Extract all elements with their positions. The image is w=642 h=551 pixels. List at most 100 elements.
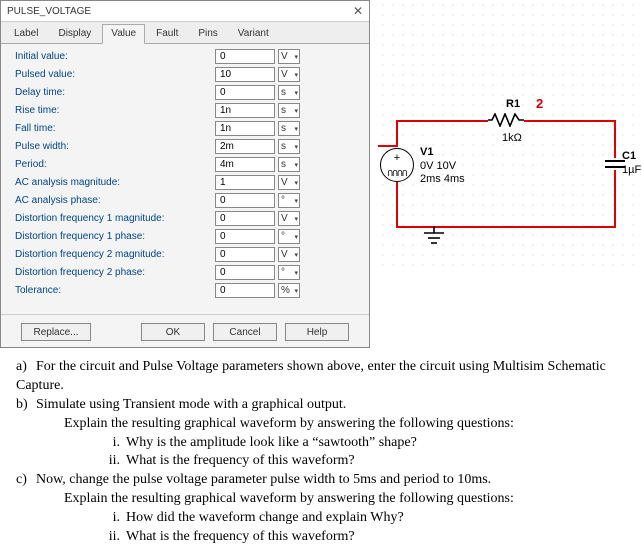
node-2: 2 <box>536 96 543 111</box>
field-input[interactable] <box>215 85 275 100</box>
chevron-down-icon: ▾ <box>294 143 298 151</box>
close-icon[interactable]: ✕ <box>353 4 363 18</box>
chevron-down-icon: ▾ <box>294 233 298 241</box>
field-row: Tolerance: %▾ <box>15 282 359 299</box>
field-input[interactable] <box>215 265 275 280</box>
unit-dropdown[interactable]: s▾ <box>278 121 300 136</box>
v1-label: V1 <box>420 146 433 158</box>
item-bii-num: ii. <box>102 452 126 471</box>
unit-dropdown[interactable]: V▾ <box>278 67 300 82</box>
dialog-tabs: Label Display Value Fault Pins Variant <box>1 22 369 44</box>
field-input[interactable] <box>215 157 275 172</box>
unit-dropdown[interactable]: V▾ <box>278 211 300 226</box>
field-input[interactable] <box>215 211 275 226</box>
unit-dropdown[interactable]: %▾ <box>278 283 300 298</box>
v1-line2: 2ms 4ms <box>420 173 465 185</box>
unit-text: s <box>281 159 286 170</box>
pulse-source-icon: + ՈՈՈՈ <box>380 148 414 182</box>
r1-value: 1kΩ <box>502 132 522 144</box>
field-row: Distortion frequency 1 magnitude:V▾ <box>15 210 359 227</box>
field-input[interactable] <box>215 67 275 82</box>
field-input[interactable] <box>215 103 275 118</box>
tab-variant[interactable]: Variant <box>229 24 278 43</box>
question-c-ii: What is the frequency of this waveform? <box>126 529 355 544</box>
field-input[interactable] <box>215 139 275 154</box>
question-b: Simulate using Transient mode with a gra… <box>36 397 346 412</box>
fields-panel: Initial value:V▾Pulsed value:V▾Delay tim… <box>1 44 369 308</box>
field-label: Distortion frequency 1 phase: <box>15 231 215 242</box>
unit-text: V <box>281 213 288 224</box>
unit-dropdown[interactable]: s▾ <box>278 157 300 172</box>
dialog-titlebar: PULSE_VOLTAGE ✕ <box>1 1 369 22</box>
unit-text: ° <box>281 231 285 242</box>
item-bi-num: i. <box>102 434 126 453</box>
unit-text: ° <box>281 267 285 278</box>
unit-dropdown[interactable]: s▾ <box>278 139 300 154</box>
cancel-button[interactable]: Cancel <box>213 323 277 341</box>
field-input[interactable] <box>215 193 275 208</box>
unit-dropdown[interactable]: s▾ <box>278 85 300 100</box>
replace-button[interactable]: Replace... <box>21 323 91 341</box>
field-row: Rise time:s▾ <box>15 102 359 119</box>
field-row: AC analysis phase: °▾ <box>15 192 359 209</box>
chevron-down-icon: ▾ <box>294 89 298 97</box>
field-row: Distortion frequency 1 phase:°▾ <box>15 228 359 245</box>
unit-dropdown[interactable]: °▾ <box>278 229 300 244</box>
chevron-down-icon: ▾ <box>294 269 298 277</box>
field-label: Distortion frequency 2 phase: <box>15 267 215 278</box>
chevron-down-icon: ▾ <box>294 107 298 115</box>
unit-text: V <box>281 69 288 80</box>
chevron-down-icon: ▾ <box>294 179 298 187</box>
r1-label: R1 <box>506 98 520 110</box>
field-label: Tolerance: <box>15 285 215 296</box>
field-label: Distortion frequency 2 magnitude: <box>15 249 215 260</box>
unit-dropdown[interactable]: V▾ <box>278 49 300 64</box>
tab-pins[interactable]: Pins <box>189 24 226 43</box>
pulse-voltage-dialog: PULSE_VOLTAGE ✕ Label Display Value Faul… <box>0 0 370 348</box>
question-b-ii: What is the frequency of this waveform? <box>126 453 355 468</box>
unit-text: V <box>281 249 288 260</box>
field-input[interactable] <box>215 175 275 190</box>
questions-block: a)For the circuit and Pulse Voltage para… <box>0 348 642 551</box>
field-row: AC analysis magnitude:V▾ <box>15 174 359 191</box>
unit-dropdown[interactable]: V▾ <box>278 175 300 190</box>
tab-fault[interactable]: Fault <box>147 24 187 43</box>
chevron-down-icon: ▾ <box>294 125 298 133</box>
item-a-letter: a) <box>16 358 36 377</box>
item-c-letter: c) <box>16 471 36 490</box>
field-label: AC analysis phase: <box>15 195 215 206</box>
field-row: Delay time: s▾ <box>15 84 359 101</box>
unit-dropdown[interactable]: s▾ <box>278 103 300 118</box>
field-input[interactable] <box>215 121 275 136</box>
field-row: Initial value: V▾ <box>15 48 359 65</box>
unit-dropdown[interactable]: V▾ <box>278 247 300 262</box>
chevron-down-icon: ▾ <box>294 53 298 61</box>
field-row: Distortion frequency 2 magnitude: V▾ <box>15 246 359 263</box>
question-c-i: How did the waveform change and explain … <box>126 510 404 525</box>
unit-text: V <box>281 177 288 188</box>
field-row: Period:s▾ <box>15 156 359 173</box>
chevron-down-icon: ▾ <box>294 215 298 223</box>
field-row: Distortion frequency 2 phase:°▾ <box>15 264 359 281</box>
field-input[interactable] <box>215 247 275 262</box>
tab-display[interactable]: Display <box>49 24 100 43</box>
field-label: Initial value: <box>15 51 215 62</box>
field-label: Fall time: <box>15 123 215 134</box>
ok-button[interactable]: OK <box>141 323 205 341</box>
tab-label[interactable]: Label <box>5 24 47 43</box>
tab-value[interactable]: Value <box>102 24 145 44</box>
chevron-down-icon: ▾ <box>294 287 298 295</box>
help-button[interactable]: Help <box>285 323 349 341</box>
field-input[interactable] <box>215 49 275 64</box>
unit-dropdown[interactable]: °▾ <box>278 193 300 208</box>
field-input[interactable] <box>215 283 275 298</box>
field-label: Delay time: <box>15 87 215 98</box>
unit-text: ° <box>281 195 285 206</box>
field-input[interactable] <box>215 229 275 244</box>
field-label: Distortion frequency 1 magnitude: <box>15 213 215 224</box>
v1-line1: 0V 10V <box>420 160 456 172</box>
field-label: AC analysis magnitude: <box>15 177 215 188</box>
unit-dropdown[interactable]: °▾ <box>278 265 300 280</box>
unit-text: s <box>281 141 286 152</box>
item-b-letter: b) <box>16 396 36 415</box>
